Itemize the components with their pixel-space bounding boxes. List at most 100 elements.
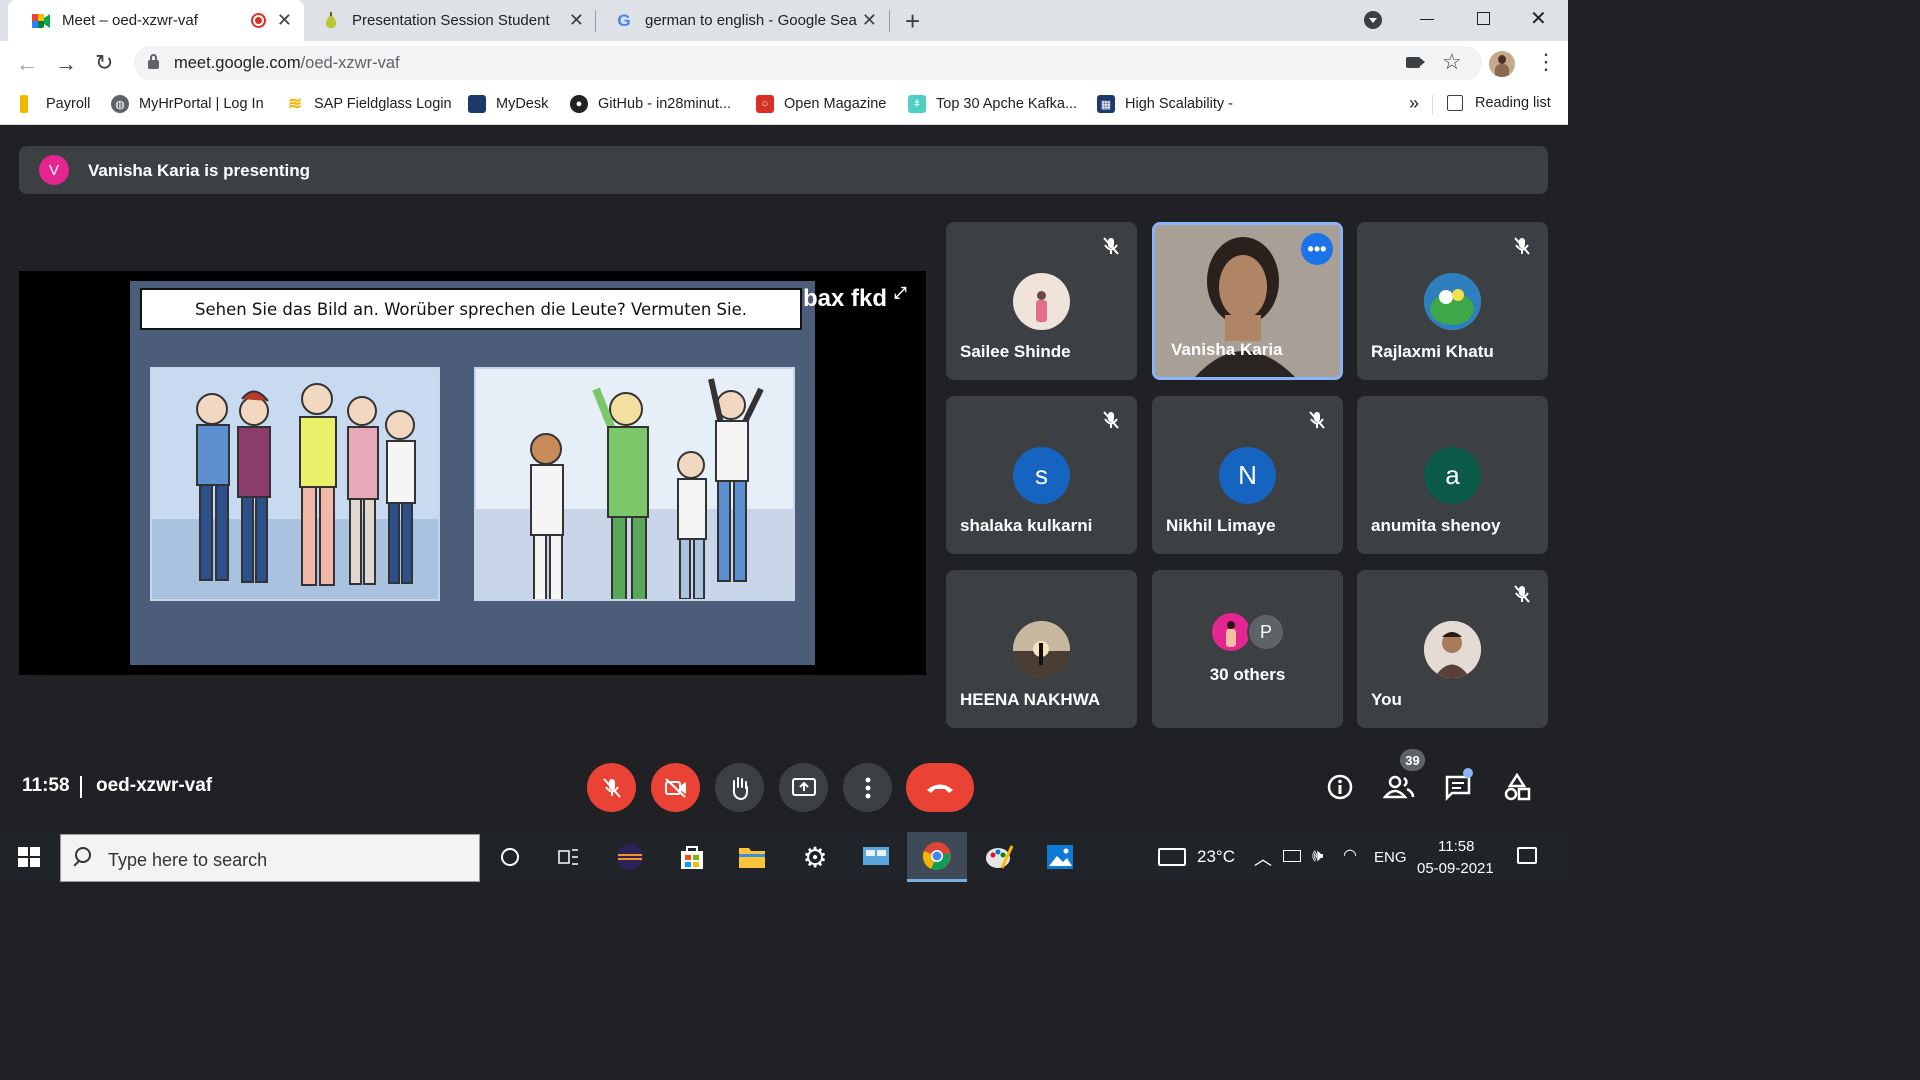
camera-permission-icon[interactable] [1406, 57, 1420, 68]
close-tab-icon[interactable]: ✕ [569, 11, 584, 29]
bookmark-label: Payroll [46, 96, 91, 112]
tab-search-icon[interactable] [1364, 11, 1382, 29]
info-icon [1327, 774, 1353, 800]
participant-tile[interactable]: N Nikhil Limaye [1152, 396, 1343, 554]
mic-off-icon [1510, 234, 1534, 258]
taskbar-search[interactable]: Type here to search [60, 834, 480, 882]
address-bar[interactable]: meet.google.com/oed-xzwr-vaf ☆ [134, 46, 1482, 80]
bookmark-label: MyHrPortal | Log In [139, 96, 264, 112]
participant-tile-presenter[interactable]: ••• Vanisha Karia [1152, 222, 1343, 380]
close-window-icon[interactable]: ✕ [1530, 6, 1547, 31]
bookmark-github[interactable]: ● GitHub - in28minut... [570, 95, 731, 113]
presenter-avatar: V [39, 155, 69, 185]
restore-window-icon[interactable] [1477, 12, 1490, 25]
leave-call-button[interactable] [906, 763, 974, 812]
news-weather-icon[interactable] [1158, 848, 1186, 866]
windows-taskbar: Type here to search ⚙ 23°C ︿ 🕪 ◠ ENG 11:… [0, 832, 1568, 882]
participant-avatar: s [1013, 447, 1070, 504]
taskbar-photos[interactable] [1030, 832, 1090, 882]
expand-icon[interactable]: ⤢ [894, 285, 907, 302]
input-language[interactable]: ENG [1374, 849, 1407, 866]
participant-tile[interactable]: a anumita shenoy [1357, 396, 1548, 554]
bookmark-label: High Scalability - [1125, 96, 1233, 112]
taskbar-paint[interactable] [969, 832, 1029, 882]
presentation-stage[interactable]: Sehen Sie das Bild an. Worüber sprechen … [19, 271, 926, 675]
bookmark-high-scalability[interactable]: ▦ High Scalability - [1097, 95, 1233, 113]
stage-label: bax fkd ⤢ [803, 285, 907, 313]
mic-off-icon [1099, 408, 1123, 432]
bookmark-star-icon[interactable]: ☆ [1442, 49, 1462, 75]
taskbar-time[interactable]: 11:58 [1438, 838, 1474, 855]
battery-icon[interactable] [1283, 850, 1301, 862]
profile-avatar[interactable] [1489, 51, 1515, 77]
participant-name: HEENA NAKHWA [960, 690, 1101, 709]
pear-icon [322, 11, 340, 30]
toggle-mic-button[interactable] [587, 763, 636, 812]
notifications-icon[interactable] [1517, 847, 1537, 864]
taskbar-date[interactable]: 05-09-2021 [1417, 860, 1494, 877]
activities-button[interactable] [1500, 770, 1534, 804]
globe-icon: ◍ [111, 95, 129, 113]
wifi-icon[interactable]: ◠ [1343, 845, 1357, 865]
meeting-details-button[interactable] [1323, 770, 1357, 804]
bookmark-mydesk[interactable]: MyDesk [468, 95, 548, 113]
minimize-window-icon[interactable] [1420, 19, 1434, 20]
participant-avatar [1212, 613, 1250, 651]
slide-illustration-right [474, 367, 795, 601]
participant-tile[interactable]: s shalaka kulkarni [946, 396, 1137, 554]
more-bookmarks-button[interactable]: » [1409, 93, 1419, 114]
close-tab-icon[interactable]: ✕ [277, 11, 292, 29]
show-hidden-icons[interactable]: ︿ [1254, 845, 1272, 871]
bookmark-payroll[interactable]: Payroll [20, 95, 90, 113]
participant-tile[interactable]: Rajlaxmi Khatu [1357, 222, 1548, 380]
taskbar-settings[interactable]: ⚙ [785, 832, 845, 882]
task-view-button[interactable] [538, 832, 598, 882]
meet-control-bar: 11:58 oed-xzwr-vaf 39 [0, 746, 1568, 832]
raise-hand-button[interactable] [715, 763, 764, 812]
bookmark-sap-fieldglass[interactable]: ≋ SAP Fieldglass Login [286, 94, 452, 113]
participant-tile-others[interactable]: P 30 others [1152, 570, 1343, 728]
start-button[interactable] [18, 847, 40, 872]
taskbar-file-explorer[interactable] [722, 832, 782, 882]
chrome-menu-icon[interactable]: ⋮ [1535, 51, 1557, 73]
participant-tile[interactable]: HEENA NAKHWA [946, 570, 1137, 728]
tab-strip: Meet – oed-xzwr-vaf ✕ Presentation Sessi… [0, 0, 1568, 41]
shared-slide: Sehen Sie das Bild an. Worüber sprechen … [130, 281, 815, 665]
reading-list-button[interactable]: Reading list [1447, 95, 1551, 111]
more-options-button[interactable] [843, 763, 892, 812]
bookmark-myhrportal[interactable]: ◍ MyHrPortal | Log In [111, 95, 264, 113]
forward-icon[interactable]: → [55, 51, 77, 77]
participant-tile[interactable]: Sailee Shinde [946, 222, 1137, 380]
tab-title: Presentation Session Student [352, 12, 550, 29]
bookmark-open-magazine[interactable]: ○ Open Magazine [756, 95, 886, 113]
task-view-icon [558, 849, 578, 865]
new-tab-button[interactable]: + [905, 6, 920, 37]
more-options-icon[interactable]: ••• [1301, 233, 1333, 265]
cortana-button[interactable] [480, 832, 540, 882]
taskbar-eclipse[interactable] [600, 832, 660, 882]
close-tab-icon[interactable]: ✕ [862, 11, 877, 29]
search-placeholder: Type here to search [108, 850, 268, 870]
participant-tile-self[interactable]: You [1357, 570, 1548, 728]
windows-logo-icon [18, 847, 40, 867]
meeting-code[interactable]: oed-xzwr-vaf [96, 775, 212, 797]
tab-presentation[interactable]: Presentation Session Student ✕ [298, 0, 596, 41]
bookmark-label: Top 30 Apche Kafka... [936, 96, 1078, 112]
toggle-camera-button[interactable] [651, 763, 700, 812]
reload-icon[interactable]: ↻ [95, 50, 113, 76]
taskbar-store[interactable] [662, 832, 722, 882]
taskbar-chrome[interactable] [907, 832, 967, 882]
volume-icon[interactable]: 🕪 [1312, 845, 1323, 866]
temperature[interactable]: 23°C [1197, 847, 1235, 867]
taskbar-remote-app[interactable] [846, 832, 906, 882]
present-now-button[interactable] [779, 763, 828, 812]
paint-icon [986, 845, 1014, 869]
show-everyone-button[interactable] [1382, 770, 1416, 804]
participant-avatar: P [1247, 613, 1285, 651]
tab-meet[interactable]: Meet – oed-xzwr-vaf ✕ [8, 0, 304, 41]
bookmark-kafka[interactable]: ǂ Top 30 Apche Kafka... [908, 95, 1077, 113]
tab-google-search[interactable]: G german to english - Google Search ✕ [591, 0, 889, 41]
participant-name: Rajlaxmi Khatu [1371, 342, 1494, 361]
mic-off-icon [602, 777, 621, 798]
back-icon[interactable]: ← [16, 51, 38, 77]
